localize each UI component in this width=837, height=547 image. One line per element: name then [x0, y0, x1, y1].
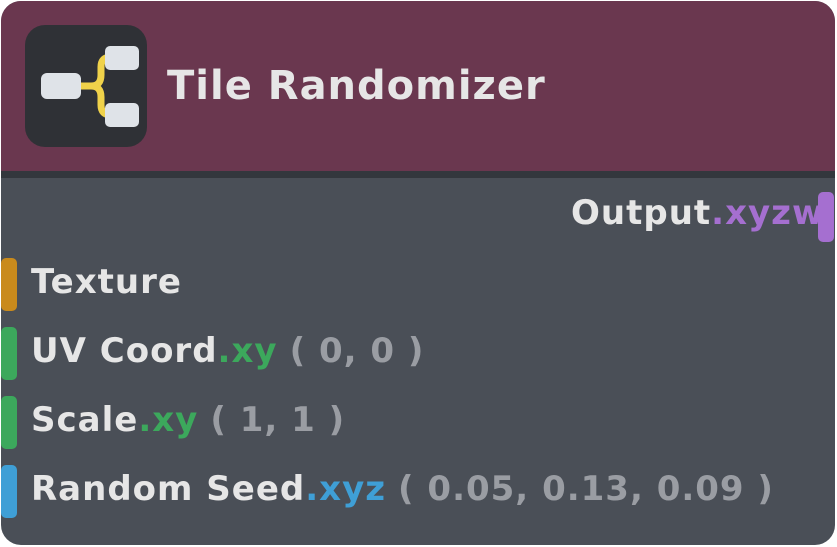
scale-label: Scale — [31, 400, 139, 440]
output-swizzle: .xyzw — [711, 193, 825, 233]
random-seed-label: Random Seed — [31, 469, 306, 509]
random-seed-swizzle: .xyz — [305, 469, 387, 509]
scale-default-value[interactable]: ( 1, 1 ) — [210, 400, 345, 440]
node-icon-box — [25, 25, 147, 147]
uv-coord-label: UV Coord — [31, 331, 218, 371]
output-label: Output — [571, 193, 712, 233]
uv-coord-swizzle: .xy — [217, 331, 278, 371]
node-panel[interactable]: Tile Randomizer Output.xyzw Texture UV C… — [1, 1, 835, 545]
header-divider — [1, 171, 835, 178]
random-seed-port-label: Random Seed.xyz ( 0.05, 0.13, 0.09 ) — [31, 464, 774, 514]
random-seed-port-handle[interactable] — [1, 465, 17, 518]
scale-port-label: Scale.xy ( 1, 1 ) — [31, 395, 345, 445]
texture-port-label: Texture — [31, 257, 182, 307]
random-seed-default-value[interactable]: ( 0.05, 0.13, 0.09 ) — [398, 469, 774, 509]
uv-coord-port-label: UV Coord.xy ( 0, 0 ) — [31, 326, 424, 376]
output-port-handle[interactable] — [818, 192, 834, 242]
uv-coord-default-value[interactable]: ( 0, 0 ) — [290, 331, 425, 371]
branch-split-icon — [41, 46, 139, 127]
texture-port-handle[interactable] — [1, 258, 17, 311]
scale-port-handle[interactable] — [1, 396, 17, 449]
texture-label: Texture — [31, 262, 182, 302]
node-header[interactable]: Tile Randomizer — [1, 1, 835, 171]
output-port-label: Output.xyzw — [571, 188, 824, 238]
uv-coord-port-handle[interactable] — [1, 327, 17, 380]
node-title: Tile Randomizer — [167, 63, 546, 109]
scale-swizzle: .xy — [138, 400, 199, 440]
